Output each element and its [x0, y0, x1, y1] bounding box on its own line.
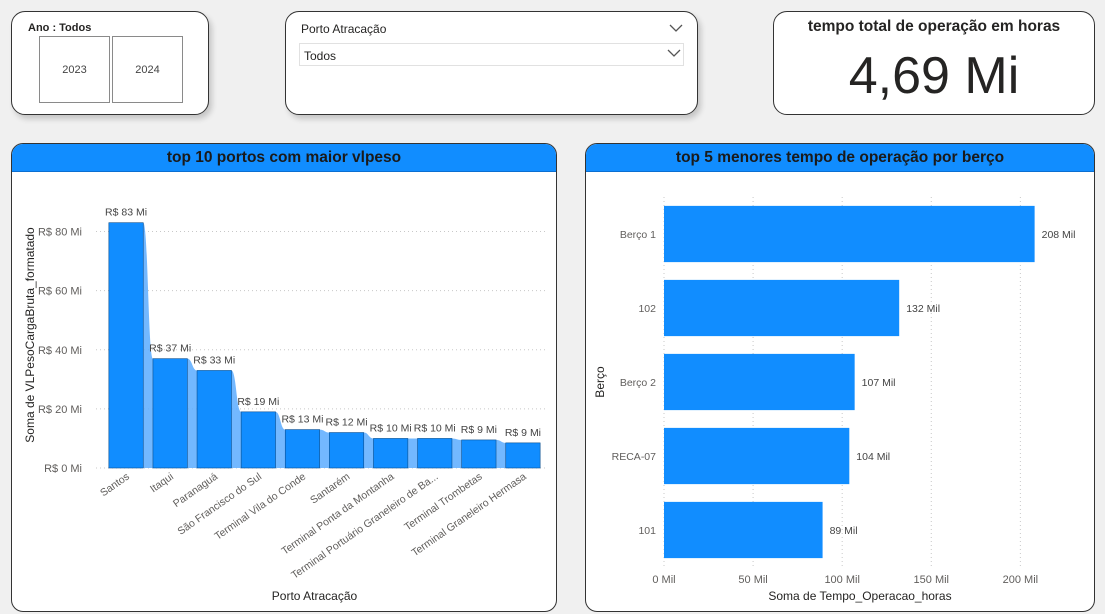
top-portos-chart-card: top 10 portos com maior vlpeso R$ 0 Mi R$… — [11, 143, 557, 612]
y-axis-title: Soma de VLPesoCargaBruta_formatado — [23, 227, 37, 443]
top-portos-chart-title: top 10 portos com maior vlpeso — [12, 144, 556, 172]
y-category-label: 101 — [638, 525, 656, 537]
bar-data-label: R$ 13 Mi — [281, 414, 323, 426]
x-tick-label: 0 Mil — [652, 574, 675, 586]
bar — [664, 353, 855, 411]
bar — [152, 358, 188, 469]
bar — [196, 370, 232, 469]
x-category-label: Itaqui — [148, 471, 176, 496]
x-tick-label: 200 Mil — [1003, 574, 1038, 586]
bar — [108, 222, 144, 469]
ribbon-connector — [363, 432, 374, 468]
x-category-label: Terminal Trombetas — [402, 471, 484, 534]
kpi-card: tempo total de operação em horas 4,69 Mi — [773, 11, 1095, 115]
ribbon-connector — [407, 438, 418, 468]
x-category-label: Santos — [98, 471, 132, 500]
bar-data-label: R$ 19 Mi — [237, 396, 279, 408]
bar — [329, 432, 365, 469]
bar-data-label: R$ 37 Mi — [149, 343, 191, 355]
ribbon-connector — [319, 429, 330, 468]
ribbon-connector — [451, 438, 462, 468]
bar-data-label: 107 Mil — [862, 377, 896, 389]
y-category-label: Berço 2 — [620, 377, 656, 389]
bar-data-label: R$ 10 Mi — [370, 422, 412, 434]
bar — [373, 438, 409, 469]
bar-data-label: 104 Mil — [856, 451, 890, 463]
bar — [240, 411, 276, 469]
year-slicer-title: Ano : Todos — [28, 22, 92, 34]
porto-selected-value: Todos — [304, 49, 337, 63]
x-tick-label: 150 Mil — [914, 574, 949, 586]
y-tick-label: R$ 80 Mi — [38, 227, 82, 239]
bar-data-label: 132 Mil — [906, 303, 940, 315]
porto-slicer-title: Porto Atracação — [301, 22, 387, 36]
x-axis-title: Soma de Tempo_Operacao_horas — [768, 589, 951, 603]
bar-data-label: R$ 12 Mi — [326, 417, 368, 429]
y-tick-label: R$ 0 Mi — [44, 463, 82, 475]
y-category-label: Berço 1 — [620, 229, 656, 241]
bar — [664, 501, 823, 559]
bar-data-label: R$ 10 Mi — [414, 422, 456, 434]
y-category-label: 102 — [638, 303, 656, 315]
ribbon-connector — [496, 439, 506, 468]
y-axis-title: Berço — [593, 366, 607, 398]
bar — [505, 442, 541, 469]
y-category-label: RECA-07 — [612, 451, 657, 463]
ribbon-connector — [231, 370, 242, 468]
chevron-down-icon[interactable] — [669, 20, 683, 38]
bar-data-label: 89 Mil — [830, 525, 858, 537]
year-option-2024[interactable]: 2024 — [112, 36, 183, 103]
porto-slicer: Porto Atracação Todos — [285, 11, 698, 115]
year-option-2023[interactable]: 2023 — [39, 36, 110, 103]
chevron-down-icon — [667, 47, 681, 61]
kpi-value: 4,69 Mi — [848, 47, 1020, 105]
porto-dropdown[interactable]: Todos — [299, 43, 684, 66]
y-tick-label: R$ 40 Mi — [38, 345, 82, 357]
ribbon-connector — [187, 358, 198, 468]
bar — [664, 205, 1035, 263]
year-slicer: Ano : Todos 2023 2024 — [11, 11, 209, 115]
top-bercos-chart: 0 Mil 50 Mil 100 Mil 150 Mil 200 Mil 208 Mil B… — [593, 197, 1076, 603]
x-axis-title: Porto Atracação — [272, 589, 358, 603]
bar — [417, 438, 453, 469]
y-tick-label: R$ 60 Mi — [38, 286, 82, 298]
x-tick-label: 100 Mil — [824, 574, 859, 586]
bar — [664, 427, 850, 485]
x-tick-label: 50 Mil — [738, 574, 767, 586]
bar — [284, 429, 320, 469]
bar-data-label: R$ 9 Mi — [505, 427, 541, 439]
bar — [664, 279, 900, 337]
bar — [461, 439, 497, 469]
bar-data-label: R$ 9 Mi — [461, 424, 497, 436]
top-bercos-chart-card: top 5 menores tempo de operação por berç… — [585, 143, 1095, 612]
bar-data-label: R$ 33 Mi — [193, 354, 235, 366]
y-tick-label: R$ 20 Mi — [38, 404, 82, 416]
top-bercos-chart-title: top 5 menores tempo de operação por berç… — [586, 144, 1094, 172]
top-portos-chart: R$ 0 Mi R$ 20 Mi R$ 40 Mi R$ 60 Mi R$ 80 Mi R… — [23, 207, 545, 603]
bar-data-label: 208 Mil — [1042, 229, 1076, 241]
bar-data-label: R$ 83 Mi — [105, 207, 147, 219]
kpi-title: tempo total de operação em horas — [807, 18, 1061, 35]
